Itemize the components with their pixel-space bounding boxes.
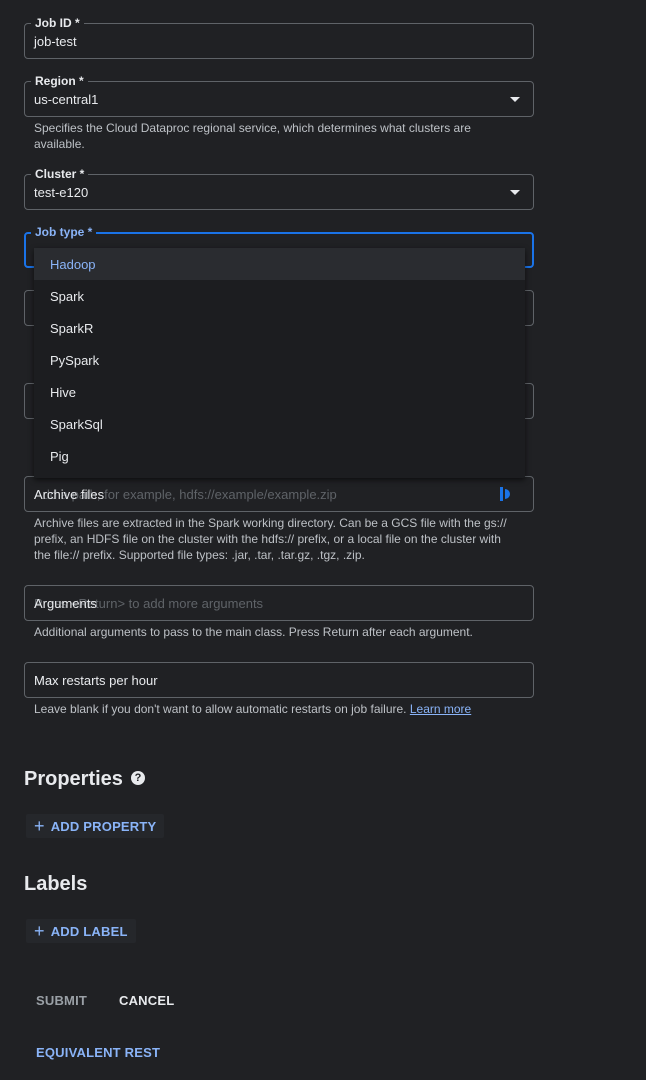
region-value: us-central1 <box>34 91 99 107</box>
menu-item-sparksql[interactable]: SparkSql <box>34 408 525 440</box>
labels-title: Labels <box>24 873 88 895</box>
cluster-select[interactable]: Cluster * test-e120 <box>24 166 534 210</box>
arguments-hint: Additional arguments to pass to the main… <box>34 625 473 639</box>
plus-icon: + <box>34 921 45 941</box>
max-restarts-field[interactable]: Max Max restarts per hour <box>24 662 534 698</box>
chevron-down-icon[interactable] <box>510 97 520 102</box>
help-icon[interactable]: ? <box>130 770 145 785</box>
properties-title: Properties <box>24 768 123 790</box>
max-restarts-hint: Leave blank if you don't want to allow a… <box>34 701 514 717</box>
menu-item-spark[interactable]: Spark <box>34 280 525 312</box>
arguments-field[interactable]: Press <Return> to add more arguments Arg… <box>24 585 534 621</box>
menu-item-pig[interactable]: Pig <box>34 440 525 472</box>
properties-heading: Properties? <box>24 768 145 791</box>
menu-item-sparkr[interactable]: SparkR <box>34 312 525 344</box>
job-id-field[interactable]: Job ID * job-test <box>24 15 534 59</box>
add-property-label: ADD PROPERTY <box>50 818 157 834</box>
archive-files-label: Archive files <box>34 486 105 502</box>
chevron-down-icon[interactable] <box>510 190 520 195</box>
cluster-value: test-e120 <box>34 184 89 200</box>
add-property-button[interactable]: + ADD PROPERTY <box>26 814 165 838</box>
add-label-button[interactable]: + ADD LABEL <box>26 919 136 943</box>
learn-more-link[interactable]: Learn more <box>410 702 471 716</box>
plus-icon: + <box>34 816 45 836</box>
archive-files-hint: Archive files are extracted in the Spark… <box>34 516 507 562</box>
folder-browse-icon[interactable] <box>500 487 512 501</box>
job-id-value[interactable]: job-test <box>34 24 77 58</box>
job-type-label: Job type * <box>31 224 97 240</box>
region-hint: Specifies the Cloud Dataproc regional se… <box>34 121 471 151</box>
region-select[interactable]: Region * us-central1 <box>24 73 534 117</box>
menu-item-pyspark[interactable]: PySpark <box>34 344 525 376</box>
job-type-menu: Hadoop Spark SparkR PySpark Hive SparkSq… <box>34 248 525 478</box>
menu-item-hadoop[interactable]: Hadoop <box>34 248 525 280</box>
max-restarts-label: Max restarts per hour <box>34 672 158 688</box>
cancel-button[interactable]: CANCEL <box>119 993 174 1008</box>
max-restarts-hint-text: Leave blank if you don't want to allow a… <box>34 702 407 716</box>
add-label-label: ADD LABEL <box>50 923 128 939</box>
menu-item-hive[interactable]: Hive <box>34 376 525 408</box>
arguments-label: Arguments <box>34 595 97 611</box>
submit-button[interactable]: SUBMIT <box>36 993 87 1008</box>
equivalent-rest-button[interactable]: EQUIVALENT REST <box>36 1045 160 1060</box>
archive-files-field[interactable]: Add a path, for example, hdfs://example/… <box>24 476 534 512</box>
